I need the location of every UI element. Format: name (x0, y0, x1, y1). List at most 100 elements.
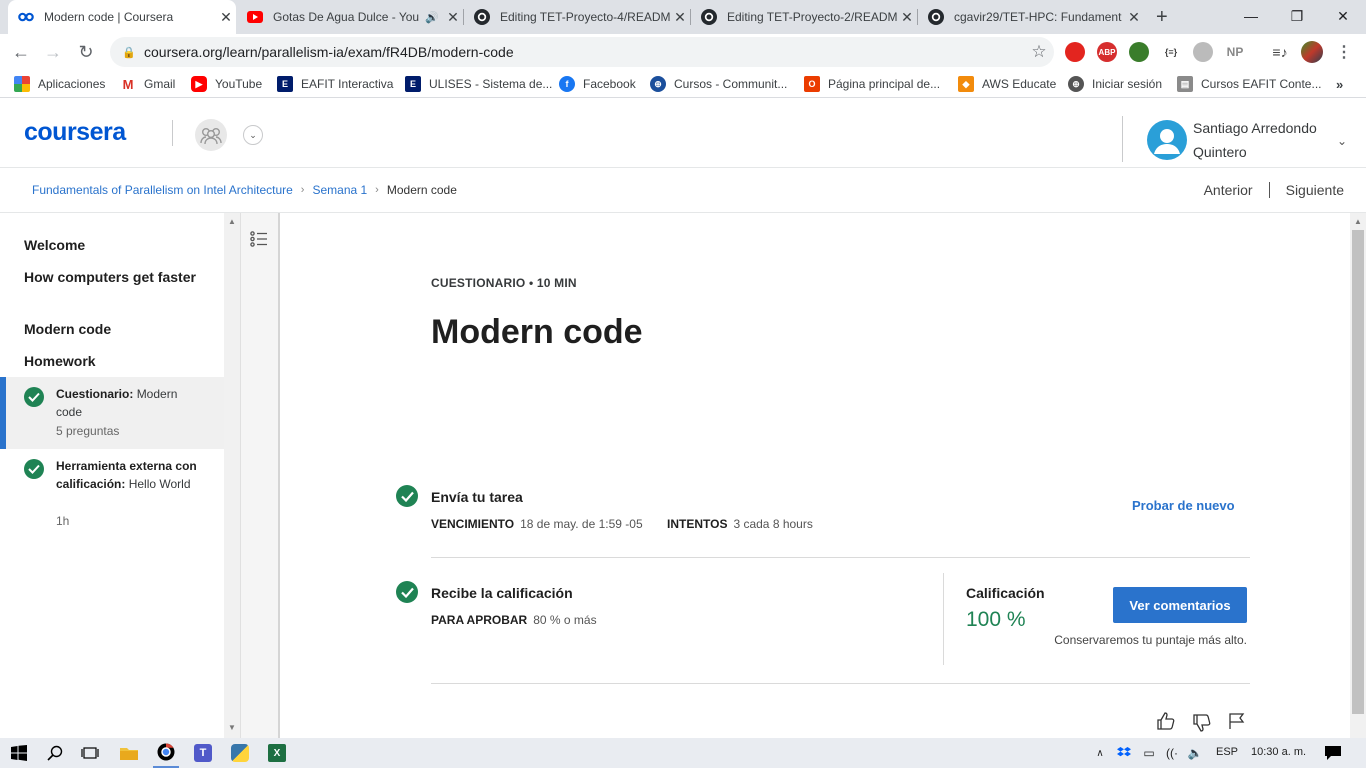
task-view-icon[interactable] (77, 738, 103, 768)
wifi-icon[interactable]: ((· (1163, 738, 1181, 768)
speaker-icon[interactable]: 🔊 (425, 11, 439, 24)
url-text: coursera.org/learn/parallelism-ia/exam/f… (144, 44, 514, 60)
bookmark-cursos-community[interactable]: ⊕ Cursos - Communit... (650, 70, 787, 98)
bookmark-ulises[interactable]: E ULISES - Sistema de... (405, 70, 552, 98)
windows-taskbar: T X ∧ ▭ ((· 🔈 ESP 10:30 a. m. (0, 738, 1366, 768)
due-info: VENCIMIENTO 18 de may. de 1:59 -05 (431, 517, 643, 531)
aws-icon: ◆ (958, 76, 974, 92)
coursera-logo[interactable]: coursera (24, 118, 126, 147)
sidebar-scrollbar[interactable]: ▲ ▼ (224, 213, 240, 738)
chevron-down-icon[interactable]: ⌄ (1337, 134, 1347, 148)
flag-icon[interactable] (1228, 712, 1246, 735)
check-icon (24, 459, 44, 479)
volume-icon[interactable]: 🔈 (1186, 738, 1204, 768)
spreadsheet-app-icon[interactable]: X (264, 738, 290, 768)
language-indicator[interactable]: ESP (1216, 746, 1238, 758)
sidebar-section-homework[interactable]: Homework (24, 351, 204, 371)
check-icon (24, 387, 44, 407)
close-tab-icon[interactable]: ✕ (670, 9, 690, 26)
dropbox-icon[interactable] (1115, 738, 1133, 768)
sidebar-item-quiz-modern-code[interactable]: Cuestionario: Modern code 5 preguntas (0, 377, 224, 449)
bookmark-apps[interactable]: Aplicaciones (14, 70, 105, 98)
user-avatar[interactable] (1147, 120, 1187, 160)
chevron-up-icon[interactable]: ∧ (1092, 738, 1108, 768)
tab-github-readme-2[interactable]: Editing TET-Proyecto-2/READM ✕ (691, 0, 917, 34)
more-bookmarks-icon[interactable]: » (1336, 70, 1343, 98)
tab-youtube[interactable]: Gotas De Agua Dulce - You 🔊 ✕ (237, 0, 463, 34)
previous-link[interactable]: Anterior (1204, 182, 1253, 198)
pin-extension-icon[interactable] (1193, 42, 1213, 62)
sidebar-section-how-computers[interactable]: How computers get faster (24, 267, 204, 287)
tab-title: Editing TET-Proyecto-2/READM (727, 10, 897, 24)
breadcrumb-current: Modern code (386, 183, 457, 197)
bookmark-cursos-eafit[interactable]: ▤ Cursos EAFIT Conte... (1177, 70, 1322, 98)
close-window-icon[interactable]: ✕ (1320, 0, 1366, 32)
user-name[interactable]: Santiago Arredondo Quintero (1193, 116, 1333, 164)
bookmark-facebook[interactable]: f Facebook (559, 70, 636, 98)
close-tab-icon[interactable]: ✕ (897, 9, 917, 26)
sidebar-section-modern-code[interactable]: Modern code (24, 319, 204, 339)
next-link[interactable]: Siguiente (1286, 182, 1344, 198)
bookmark-office[interactable]: O Página principal de... (804, 70, 940, 98)
tab-github-tet-hpc[interactable]: cgavir29/TET-HPC: Fundament ✕ (918, 0, 1144, 34)
profile-avatar[interactable] (1301, 41, 1323, 63)
bookmark-star-icon[interactable]: ☆ (1024, 42, 1054, 62)
file-explorer-icon[interactable] (116, 738, 142, 768)
breadcrumb-course-link[interactable]: Fundamentals of Parallelism on Intel Arc… (32, 183, 293, 197)
retry-link[interactable]: Probar de nuevo (1132, 498, 1235, 513)
teams-icon[interactable]: T (190, 738, 216, 768)
battery-icon[interactable]: ▭ (1140, 738, 1158, 768)
clock[interactable]: 10:30 a. m. (1251, 746, 1306, 758)
python-icon[interactable] (227, 738, 253, 768)
minimize-icon[interactable]: — (1228, 0, 1274, 32)
keep-highest-note: Conservaremos tu puntaje más alto. (1054, 633, 1247, 647)
github-icon (474, 9, 490, 25)
np-extension-icon[interactable]: NP (1225, 42, 1245, 62)
address-bar[interactable]: 🔒 coursera.org/learn/parallelism-ia/exam… (110, 37, 1054, 67)
new-tab-button[interactable]: + (1150, 0, 1180, 34)
youtube-icon (247, 9, 263, 25)
forward-icon[interactable]: → (40, 39, 66, 65)
reload-icon[interactable]: ↻ (73, 39, 99, 65)
learning-group-icon[interactable] (195, 119, 227, 151)
chrome-icon[interactable] (153, 738, 179, 768)
check-icon (396, 581, 418, 603)
media-control-icon[interactable]: ≡♪ (1270, 42, 1290, 62)
main-scrollbar-thumb[interactable] (1352, 230, 1364, 714)
divider (943, 573, 944, 665)
menu-kebab-icon[interactable]: ⋮ (1334, 42, 1354, 62)
browser-toolbar: ← → ↻ 🔒 coursera.org/learn/parallelism-i… (0, 34, 1366, 70)
bookmark-aws-educate[interactable]: ◆ AWS Educate (958, 70, 1056, 98)
tab-coursera[interactable]: Modern code | Coursera ✕ (8, 0, 236, 34)
sidebar-section-welcome[interactable]: Welcome (24, 235, 204, 255)
restore-icon[interactable]: ❐ (1274, 0, 1320, 32)
back-icon[interactable]: ← (8, 39, 34, 65)
thumbs-up-icon[interactable] (1156, 711, 1176, 736)
sidebar-item-hello-world[interactable]: Herramienta externa con calificación: He… (0, 449, 224, 537)
breadcrumb-week-link[interactable]: Semana 1 (312, 183, 367, 197)
tab-github-readme-4[interactable]: Editing TET-Proyecto-4/READM ✕ (464, 0, 690, 34)
close-tab-icon[interactable]: ✕ (1124, 9, 1144, 26)
notifications-icon[interactable] (1322, 738, 1344, 768)
close-tab-icon[interactable]: ✕ (443, 9, 463, 26)
search-icon[interactable] (42, 738, 68, 768)
view-feedback-button[interactable]: Ver comentarios (1113, 587, 1247, 623)
adblock-extension-icon[interactable] (1065, 42, 1085, 62)
windows-start-icon[interactable] (6, 738, 32, 768)
sidebar-item-label: Hello World (128, 477, 191, 491)
close-tab-icon[interactable]: ✕ (216, 9, 236, 26)
abp-extension-icon[interactable]: ABP (1097, 42, 1117, 62)
braces-extension-icon[interactable]: {≡} (1161, 42, 1181, 62)
eafit-icon: E (277, 76, 293, 92)
gmail-icon: M (120, 76, 136, 92)
globe-extension-icon[interactable] (1129, 42, 1149, 62)
submit-title: Envía tu tarea (431, 489, 523, 505)
chevron-down-icon[interactable]: ⌄ (243, 125, 263, 145)
thumbs-down-icon[interactable] (1192, 713, 1212, 738)
bookmark-youtube[interactable]: ▶ YouTube (191, 70, 262, 98)
bookmark-gmail[interactable]: M Gmail (120, 70, 175, 98)
tab-title: Modern code | Coursera (44, 10, 174, 24)
bookmark-eafit-interactiva[interactable]: E EAFIT Interactiva (277, 70, 393, 98)
bookmark-iniciar-sesion[interactable]: ⊕ Iniciar sesión (1068, 70, 1162, 98)
list-icon[interactable] (250, 231, 268, 252)
